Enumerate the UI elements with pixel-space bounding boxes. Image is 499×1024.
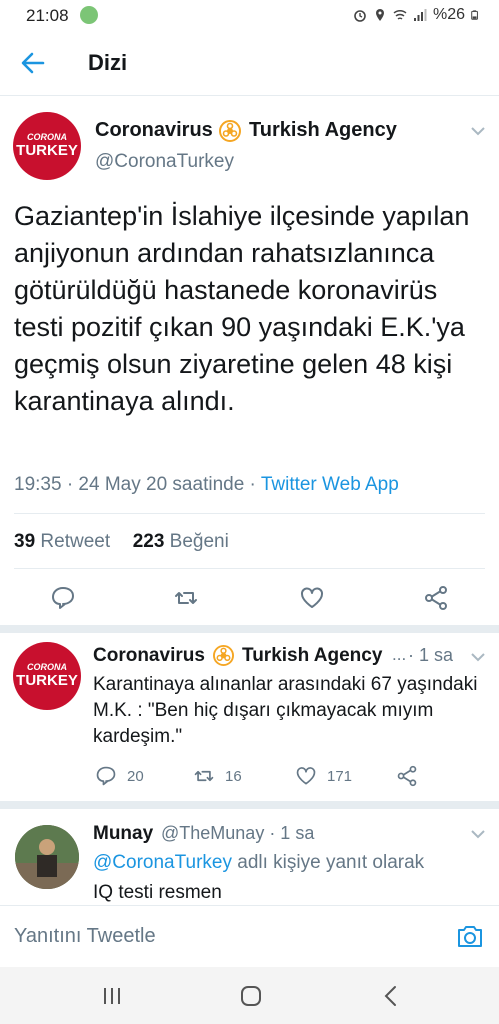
avatar-text-turkey: TURKEY [16, 142, 78, 159]
reply-text: Karantinaya alınanlar arasındaki 67 yaşı… [93, 674, 478, 747]
like-count: 171 [327, 767, 353, 785]
author-name-part2[interactable]: Turkish Agency [242, 645, 382, 667]
tweet-text: Gaziantep'in İslahiye ilçesinde yapılan … [14, 201, 470, 416]
like-icon [296, 767, 316, 785]
divider [14, 513, 485, 514]
divider [14, 568, 485, 569]
battery-percent: %26 [432, 6, 465, 23]
chevron-down-icon[interactable] [470, 652, 486, 662]
like-icon[interactable] [299, 585, 325, 611]
avatar-text-turkey: TURKEY [16, 672, 78, 689]
reply-to-line: @CoronaTurkey adlı kişiye yanıt olarak [93, 850, 493, 876]
avatar-text-corona: CORONA [27, 132, 67, 142]
reply-time: · 1 sa [408, 645, 454, 665]
author-name-part2[interactable]: Turkish Agency [249, 119, 397, 142]
like-label[interactable]: Beğeni [170, 531, 229, 552]
wifi-icon [393, 9, 407, 20]
back-button-icon[interactable] [380, 985, 404, 1007]
section-divider [0, 625, 499, 633]
reply-icon[interactable] [50, 585, 76, 611]
retweet-count: 16 [225, 767, 242, 785]
home-button-icon[interactable] [239, 985, 263, 1007]
section-divider [0, 801, 499, 809]
recent-apps-icon[interactable] [100, 985, 124, 1007]
share-icon[interactable] [396, 765, 418, 787]
handle-ellipsis: ... [392, 645, 407, 664]
app-bar: Dizi [0, 30, 499, 96]
chevron-down-icon[interactable] [470, 829, 486, 839]
battery-icon [471, 10, 478, 20]
status-icons: %26 [353, 6, 481, 24]
handle-time[interactable]: @TheMunay · 1 sa [161, 823, 314, 844]
retweet-label[interactable]: Retweet [40, 531, 110, 552]
signal-icon [413, 9, 427, 21]
camera-icon[interactable] [456, 923, 484, 949]
like-action[interactable]: 171 [295, 765, 352, 787]
like-count[interactable]: 223 [133, 531, 165, 552]
status-time: 21:08 [26, 6, 69, 25]
avatar[interactable]: CORONA TURKEY [13, 112, 81, 180]
retweet-count[interactable]: 39 [14, 531, 35, 552]
page-title: Dizi [88, 50, 128, 75]
avatar[interactable]: CORONA TURKEY [13, 642, 81, 710]
author-name[interactable]: Munay [93, 823, 153, 845]
retweet-icon [194, 770, 214, 782]
retweet-icon[interactable] [173, 585, 199, 611]
reply-to-suffix: adlı kişiye yanıt olarak [231, 852, 425, 873]
author-name-part1[interactable]: Coronavirus [95, 119, 213, 142]
status-bar: 21:08 %26 [0, 0, 499, 30]
chevron-down-icon[interactable] [470, 126, 486, 136]
back-arrow-icon[interactable] [20, 50, 46, 76]
mention-link[interactable]: @CoronaTurkey [93, 852, 232, 873]
reply-composer[interactable]: Yanıtını Tweetle [0, 905, 499, 967]
reply-icon [96, 766, 116, 786]
system-nav-bar [0, 967, 499, 1024]
author-name-part1[interactable]: Coronavirus [93, 645, 205, 667]
profile-photo [15, 825, 79, 889]
retweet-action[interactable]: 16 [193, 765, 242, 787]
reply-count: 20 [127, 767, 144, 785]
reply-action[interactable]: 20 [95, 765, 144, 787]
tweet-source-link[interactable]: Twitter Web App [261, 474, 399, 495]
biohazard-badge-icon [219, 120, 241, 142]
alarm-icon [354, 10, 366, 22]
share-icon[interactable] [423, 585, 449, 611]
tweet-meta: 19:35 · 24 May 20 saatinde · Twitter Web… [14, 474, 399, 496]
composer-placeholder[interactable]: Yanıtını Tweetle [14, 925, 156, 948]
home-notification-icon [80, 6, 98, 24]
tweet-stats: 39 Retweet 223 Beğeni [14, 531, 229, 553]
avatar[interactable] [15, 825, 79, 889]
reply-text: IQ testi resmen [93, 882, 222, 903]
avatar-text-corona: CORONA [27, 662, 67, 672]
location-icon [375, 9, 384, 21]
author-handle[interactable]: @CoronaTurkey [95, 151, 234, 173]
tweet-timestamp: 19:35 · 24 May 20 saatinde · [14, 474, 261, 495]
biohazard-badge-icon [213, 645, 234, 666]
